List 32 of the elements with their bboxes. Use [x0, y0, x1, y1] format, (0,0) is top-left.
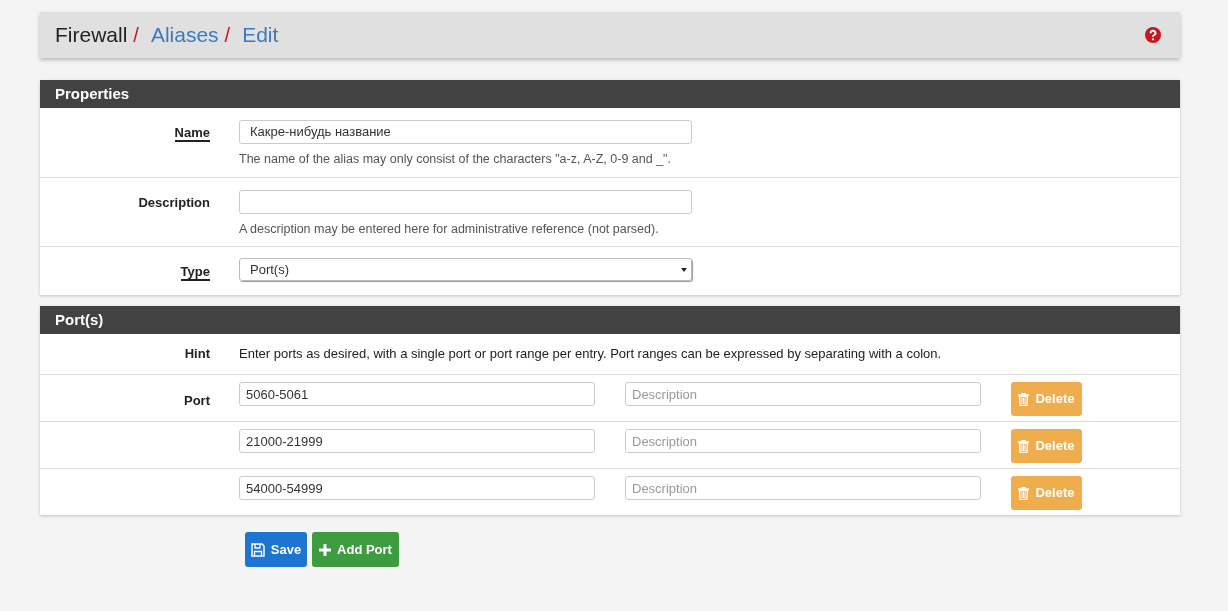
description-field[interactable]: Description [625, 476, 981, 500]
panel-header: Properties [40, 80, 1180, 108]
plus-icon [319, 543, 332, 556]
caret-icon [681, 267, 687, 272]
field-label: Hint [184, 346, 210, 364]
field-label: Port [184, 393, 210, 410]
help-icon[interactable] [1145, 27, 1161, 43]
panel-header: Port(s) [40, 306, 1180, 334]
help-text: The name of the alias may only consist of the characters "a-z, A-Z, 0-9 and _". [239, 150, 672, 168]
help-text: A description may be entered here for administrative reference (not parsed). [239, 220, 660, 238]
description-field[interactable]: Description [625, 382, 981, 406]
trash-icon [1018, 392, 1030, 406]
port-field[interactable]: 54000-54999 [239, 476, 595, 500]
breadcrumb-link[interactable]: Aliases [150, 19, 219, 51]
breadcrumb-title: Firewall [55, 22, 128, 49]
type-select[interactable]: Port(s) [239, 258, 692, 281]
breadcrumb-link[interactable]: Edit [242, 19, 279, 51]
field-label: Name [174, 125, 210, 142]
field-label: Type [180, 264, 210, 281]
floppy-disk-icon [250, 542, 265, 557]
port-field[interactable]: 5060-5061 [239, 382, 595, 406]
port-field[interactable]: 21000-21999 [239, 429, 595, 453]
trash-icon [1018, 439, 1030, 453]
text-field[interactable]: Какре-нибудь название [239, 119, 692, 144]
trash-icon [1018, 486, 1030, 500]
field-label: Description [138, 195, 210, 212]
description-field[interactable]: Description [625, 429, 981, 453]
breadcrumb-separator: / [133, 23, 139, 48]
breadcrumb-separator: / [224, 23, 231, 48]
add-port-button[interactable]: Add Port [312, 532, 399, 567]
save-button[interactable]: Save [245, 532, 307, 567]
hint-text: Enter ports as desired, with a single port or port range per entry. Port ranges can be expressed by separating with a colon. [239, 345, 942, 364]
